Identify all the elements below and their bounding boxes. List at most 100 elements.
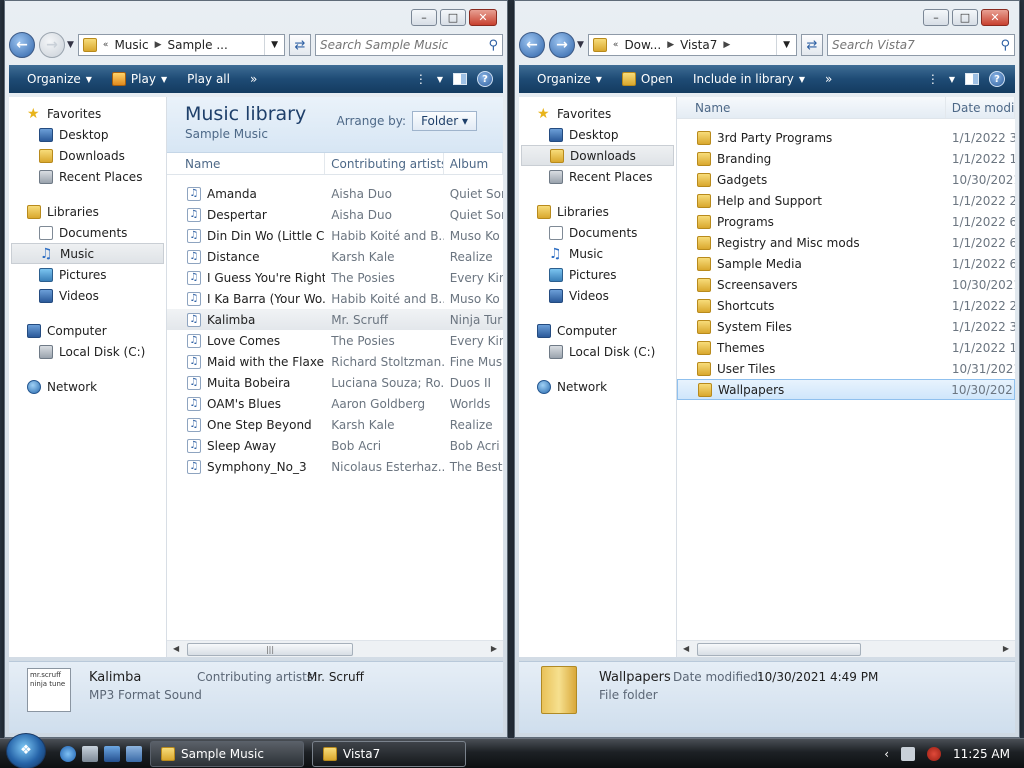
more-commands-button[interactable]: » (242, 68, 265, 90)
overflow-chevron-icon[interactable]: « (103, 40, 109, 50)
nav-computer[interactable]: Computer (9, 320, 166, 341)
column-header-date[interactable]: Date modif (946, 97, 1015, 118)
scroll-left-icon[interactable]: ◀ (683, 644, 689, 653)
taskbar-button-sample-music[interactable]: Sample Music (150, 740, 304, 767)
nav-item-local-disk[interactable]: Local Disk (C:) (519, 341, 676, 362)
nav-item-downloads[interactable]: Downloads (9, 145, 166, 166)
recent-pages-dropdown[interactable]: ▼ (577, 40, 584, 50)
overflow-chevron-icon[interactable]: « (613, 40, 619, 50)
breadcrumb[interactable]: « Music ▶ Sample ... ▼ (77, 34, 285, 56)
minimize-button[interactable]: – (411, 9, 437, 26)
views-icon[interactable]: ⋮ (415, 72, 427, 86)
more-commands-button[interactable]: » (817, 68, 840, 90)
switch-windows-icon[interactable] (126, 745, 142, 762)
table-row[interactable]: ♫ One Step Beyond Karsh Kale Realize (167, 414, 503, 435)
nav-network[interactable]: Network (519, 376, 676, 397)
arrange-by-dropdown[interactable]: Folder ▾ (412, 111, 477, 131)
table-row[interactable]: ♫ Sleep Away Bob Acri Bob Acri (167, 435, 503, 456)
show-desktop-icon[interactable] (104, 745, 120, 762)
table-row[interactable]: ♫ I Guess You're Right The Posies Every Kin (167, 267, 503, 288)
chevron-right-icon[interactable]: ▶ (155, 40, 162, 50)
tray-expand-icon[interactable]: ‹ (884, 747, 889, 761)
horizontal-scrollbar[interactable]: ◀ ||| ▶ (167, 640, 503, 657)
search-box[interactable]: ⚲ (315, 34, 503, 56)
breadcrumb-item[interactable]: Dow... (624, 38, 661, 52)
table-row[interactable]: ♫ Maid with the Flaxe... Richard Stoltzman… (167, 351, 503, 372)
open-button[interactable]: Open (614, 68, 681, 90)
recent-pages-dropdown[interactable]: ▼ (67, 40, 74, 50)
address-dropdown-icon[interactable]: ▼ (264, 35, 284, 55)
help-icon[interactable]: ? (989, 71, 1005, 87)
refresh-button[interactable]: ⇄ (801, 34, 823, 56)
chevron-right-icon[interactable]: ▶ (723, 40, 730, 50)
nav-network[interactable]: Network (9, 376, 166, 397)
table-row[interactable]: Screensavers 10/30/2021 (677, 274, 1015, 295)
internet-explorer-icon[interactable] (60, 745, 76, 762)
nav-favorites[interactable]: ★ Favorites (519, 103, 676, 124)
table-row[interactable]: Help and Support 1/1/2022 2: (677, 190, 1015, 211)
nav-item-documents[interactable]: Documents (9, 222, 166, 243)
table-row[interactable]: ♫ Din Din Wo (Little C... Habib Koité and … (167, 225, 503, 246)
nav-item-desktop[interactable]: Desktop (9, 124, 166, 145)
table-row[interactable]: Shortcuts 1/1/2022 2: (677, 295, 1015, 316)
table-row[interactable]: ♫ Distance Karsh Kale Realize (167, 246, 503, 267)
column-header-artists[interactable]: Contributing artists (325, 153, 444, 174)
address-dropdown-icon[interactable]: ▼ (776, 35, 796, 55)
nav-item-videos[interactable]: Videos (519, 285, 676, 306)
search-icon[interactable]: ⚲ (1000, 38, 1010, 53)
forward-button[interactable]: → (549, 32, 575, 58)
views-icon[interactable]: ⋮ (927, 72, 939, 86)
table-row[interactable]: Branding 1/1/2022 12 (677, 148, 1015, 169)
nav-item-music[interactable]: ♫ Music (519, 243, 676, 264)
start-button[interactable]: ❖ (6, 732, 46, 768)
table-row[interactable]: ♫ I Ka Barra (Your Wo... Habib Koité and B… (167, 288, 503, 309)
preview-pane-icon[interactable] (453, 73, 467, 85)
table-row[interactable]: User Tiles 10/31/2021 (677, 358, 1015, 379)
table-row[interactable]: ♫ Love Comes The Posies Every Kin (167, 330, 503, 351)
table-row[interactable]: Programs 1/1/2022 6: (677, 211, 1015, 232)
scroll-thumb[interactable] (697, 643, 861, 656)
breadcrumb-item[interactable]: Vista7 (680, 38, 717, 52)
nav-item-local-disk[interactable]: Local Disk (C:) (9, 341, 166, 362)
close-button[interactable]: ✕ (469, 9, 497, 26)
search-input[interactable] (832, 38, 1001, 52)
table-row[interactable]: ♫ Despertar Aisha Duo Quiet Son (167, 204, 503, 225)
close-button[interactable]: ✕ (981, 9, 1009, 26)
horizontal-scrollbar[interactable]: ◀ ▶ (677, 640, 1015, 657)
nav-item-pictures[interactable]: Pictures (9, 264, 166, 285)
preview-pane-icon[interactable] (965, 73, 979, 85)
back-button[interactable]: ← (9, 32, 35, 58)
breadcrumb[interactable]: « Dow... ▶ Vista7 ▶ ▼ (587, 34, 797, 56)
minimize-button[interactable]: – (923, 9, 949, 26)
network-tray-icon[interactable] (901, 746, 916, 761)
details-artist-value[interactable]: Mr. Scruff (307, 670, 364, 684)
3d-cube-icon[interactable] (82, 745, 98, 762)
scroll-thumb[interactable]: ||| (187, 643, 353, 656)
search-box[interactable]: ⚲ (827, 34, 1015, 56)
scroll-left-icon[interactable]: ◀ (173, 644, 179, 653)
nav-item-pictures[interactable]: Pictures (519, 264, 676, 285)
forward-button[interactable]: → (39, 32, 65, 58)
breadcrumb-item[interactable]: Sample ... (168, 38, 228, 52)
volume-muted-icon[interactable] (927, 746, 942, 761)
maximize-button[interactable]: □ (952, 9, 978, 26)
nav-item-recent-places[interactable]: Recent Places (9, 166, 166, 187)
table-row[interactable]: Themes 1/1/2022 12 (677, 337, 1015, 358)
search-icon[interactable]: ⚲ (488, 38, 498, 53)
chevron-right-icon[interactable]: ▶ (667, 40, 674, 50)
table-row[interactable]: Wallpapers 10/30/2021 (677, 379, 1015, 400)
nav-computer[interactable]: Computer (519, 320, 676, 341)
column-header-name[interactable]: Name (167, 153, 326, 174)
table-row[interactable]: Registry and Misc mods 1/1/2022 6: (677, 232, 1015, 253)
back-button[interactable]: ← (519, 32, 545, 58)
table-row[interactable]: ♫ Amanda Aisha Duo Quiet Son (167, 183, 503, 204)
play-all-button[interactable]: Play all (179, 68, 238, 90)
include-in-library-button[interactable]: Include in library ▼ (685, 68, 813, 90)
table-row[interactable]: ♫ Kalimba Mr. Scruff Ninja Tur (167, 309, 503, 330)
column-header-name[interactable]: Name (677, 97, 946, 118)
nav-favorites[interactable]: ★ Favorites (9, 103, 166, 124)
table-row[interactable]: ♫ Muita Bobeira Luciana Souza; Ro... Duos I… (167, 372, 503, 393)
organize-button[interactable]: Organize ▼ (19, 68, 100, 90)
refresh-button[interactable]: ⇄ (289, 34, 311, 56)
maximize-button[interactable]: □ (440, 9, 466, 26)
